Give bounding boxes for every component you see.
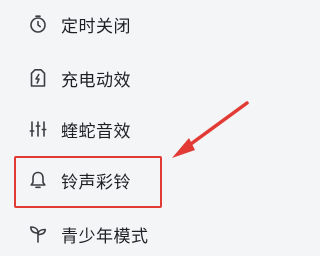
menu-item-label: 定时关闭 xyxy=(61,16,131,37)
menu-item-teen-mode[interactable]: 青少年模式 xyxy=(0,212,257,256)
timer-icon xyxy=(27,13,49,35)
menu-item-label: 蝰蛇音效 xyxy=(61,121,131,142)
menu-item-label: 充电动效 xyxy=(61,70,131,91)
sprout-icon xyxy=(27,223,49,245)
charging-animation-icon xyxy=(27,67,49,89)
menu-item-ringtone[interactable]: 铃声彩铃 xyxy=(0,158,257,202)
menu-item-sleep-timer[interactable]: 定时关闭 xyxy=(0,2,257,46)
equalizer-icon xyxy=(27,118,49,140)
menu-item-charging-animation[interactable]: 充电动效 xyxy=(0,56,257,100)
menu-item-label: 铃声彩铃 xyxy=(61,172,131,193)
menu-item-label: 青少年模式 xyxy=(61,226,149,247)
settings-menu: 定时关闭 充电动效 蝰蛇音效 铃声彩铃 青少年模式 xyxy=(0,0,257,250)
menu-item-viper-sound-effects[interactable]: 蝰蛇音效 xyxy=(0,107,257,151)
bell-icon xyxy=(27,169,49,191)
